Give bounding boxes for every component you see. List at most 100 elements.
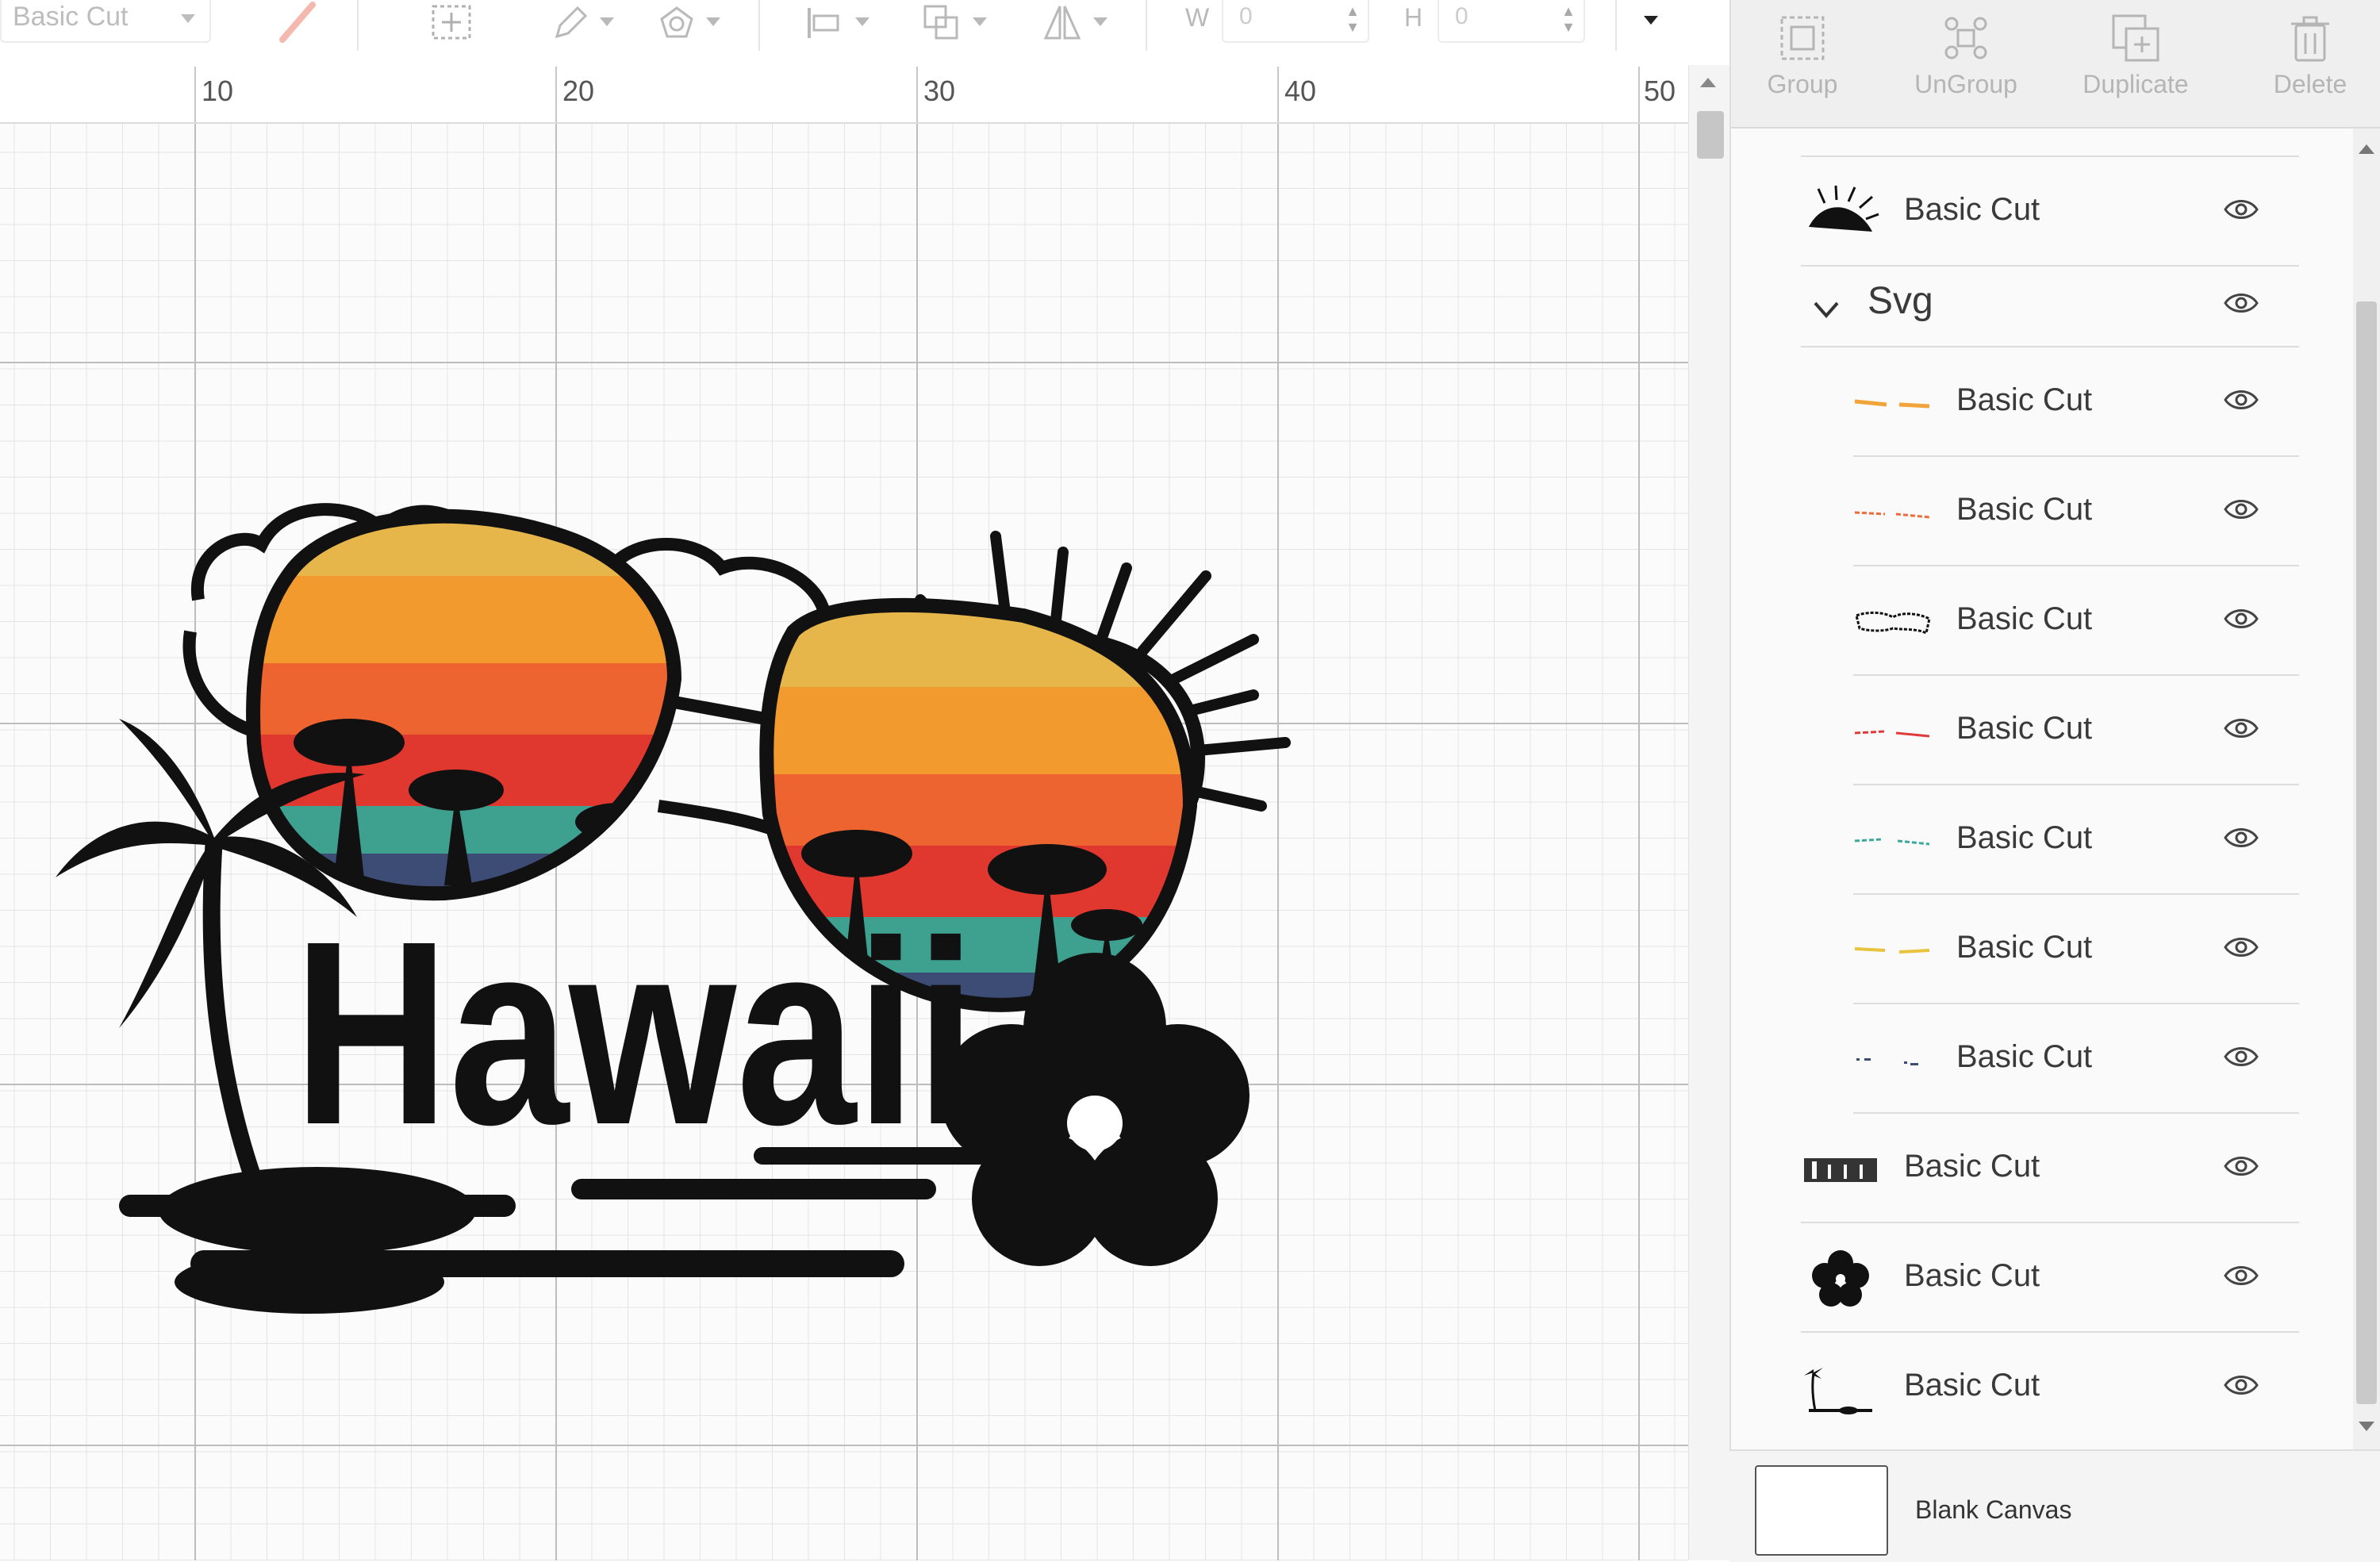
eye-icon[interactable] xyxy=(2223,604,2259,633)
height-label: H xyxy=(1404,3,1423,32)
layer-label: Basic Cut xyxy=(1956,820,2093,855)
eye-icon[interactable] xyxy=(2223,1371,2259,1399)
blank-canvas-swatch[interactable] xyxy=(1755,1465,1888,1556)
layers-scroll-thumb[interactable] xyxy=(2356,301,2377,1404)
eye-icon[interactable] xyxy=(2223,386,2259,414)
eye-icon[interactable] xyxy=(2223,714,2259,743)
chevron-down-icon[interactable] xyxy=(1810,298,1842,320)
layer-label: Basic Cut xyxy=(1956,711,2093,746)
group-button[interactable]: Group xyxy=(1731,13,1874,116)
eye-icon[interactable] xyxy=(2223,1152,2259,1180)
group-label: Group xyxy=(1767,70,1838,98)
orange-red-stripe-thumb xyxy=(1854,511,1930,519)
eye-icon[interactable] xyxy=(2223,823,2259,852)
layers-list: Basic Cut Svg Basic Cut Basic Cut Basic … xyxy=(1731,129,2366,1449)
layer-row[interactable]: Basic Cut xyxy=(1853,347,2299,457)
height-value: 0 xyxy=(1455,3,1468,29)
canvas-scrollbar[interactable] xyxy=(1688,65,1730,1560)
chevron-down-icon xyxy=(973,17,987,26)
blank-canvas-label: Blank Canvas xyxy=(1915,1495,2072,1524)
layer-row[interactable]: Basic Cut xyxy=(1853,895,2299,1004)
orange-stripe-thumb xyxy=(1854,399,1930,409)
blue-dots-thumb xyxy=(1856,1058,1918,1065)
width-label: W xyxy=(1185,3,1210,32)
duplicate-label: Duplicate xyxy=(2082,70,2189,98)
top-toolbar: Basic Cut W 0 ▲ ▼ H 0 ▲ ▼ xyxy=(0,0,1729,66)
ungroup-icon xyxy=(1944,17,1987,59)
scroll-down-icon[interactable] xyxy=(2359,1422,2374,1431)
eye-icon[interactable] xyxy=(2223,1042,2259,1071)
add-frame-icon[interactable] xyxy=(430,2,473,44)
layer-row[interactable]: Basic Cut xyxy=(1801,1114,2299,1223)
ungroup-label: UnGroup xyxy=(1914,70,2017,98)
layer-row[interactable]: Basic Cut xyxy=(1853,1004,2299,1114)
eye-icon[interactable] xyxy=(2223,495,2259,524)
layer-label: Basic Cut xyxy=(1904,1258,2040,1293)
layer-row[interactable]: Basic Cut xyxy=(1853,785,2299,895)
layer-label: Basic Cut xyxy=(1956,930,2093,965)
hawaii-text[interactable]: Hawaii xyxy=(294,886,976,1179)
flip-icon[interactable] xyxy=(1041,2,1084,44)
layer-label: Basic Cut xyxy=(1956,1039,2093,1074)
horizontal-ruler: 10 20 30 40 50 xyxy=(0,65,1688,124)
layer-row[interactable]: Basic Cut xyxy=(1801,1223,2299,1333)
layer-label: Basic Cut xyxy=(1956,492,2093,527)
operation-select[interactable]: Basic Cut xyxy=(0,0,211,43)
ruler-label: 20 xyxy=(562,75,595,107)
duplicate-icon xyxy=(2112,14,2159,62)
layer-row[interactable]: Basic Cut xyxy=(1853,457,2299,566)
hawaii-artwork[interactable]: Hawaii xyxy=(0,124,1688,1560)
pen-color-icon[interactable] xyxy=(276,0,319,43)
chevron-down-icon xyxy=(1093,17,1107,26)
chevron-down-icon xyxy=(706,17,720,26)
scroll-thumb[interactable] xyxy=(1697,111,1724,159)
height-input[interactable]: 0 ▲ ▼ xyxy=(1438,0,1585,43)
edit-icon[interactable] xyxy=(549,2,592,44)
eye-icon[interactable] xyxy=(2223,195,2259,224)
ruler-label: 50 xyxy=(1644,75,1676,107)
red-stripe-thumb xyxy=(1854,730,1930,738)
layer-row[interactable]: Basic Cut xyxy=(1801,157,2299,267)
scroll-up-icon[interactable] xyxy=(2359,144,2374,154)
group-label: Svg xyxy=(1868,280,1933,322)
width-input[interactable]: 0 ▲ ▼ xyxy=(1222,0,1369,43)
teal-stripe-thumb xyxy=(1854,838,1930,846)
layer-row[interactable]: Basic Cut xyxy=(1853,676,2299,785)
delete-label: Delete xyxy=(2273,70,2347,98)
hibiscus-thumb xyxy=(1812,1250,1869,1307)
offset-icon[interactable] xyxy=(655,2,698,44)
delete-button[interactable]: Delete xyxy=(2239,13,2380,116)
layer-label: Basic Cut xyxy=(1956,382,2093,417)
layer-label: Basic Cut xyxy=(1956,601,2093,636)
duplicate-button[interactable]: Duplicate xyxy=(2064,13,2207,116)
arrange-icon[interactable] xyxy=(920,2,963,44)
eye-icon[interactable] xyxy=(2223,933,2259,961)
stepper-icon[interactable]: ▲ ▼ xyxy=(1345,3,1360,35)
chevron-down-icon xyxy=(855,17,869,26)
eye-icon[interactable] xyxy=(2223,1261,2259,1290)
operation-select-value: Basic Cut xyxy=(13,2,129,32)
layer-row[interactable]: Basic Cut xyxy=(1801,1333,2299,1441)
chevron-down-icon xyxy=(181,14,195,23)
design-canvas[interactable]: Hawaii xyxy=(0,124,1688,1560)
ruler-label: 10 xyxy=(202,75,234,107)
eye-icon[interactable] xyxy=(2223,289,2259,317)
layers-panel: Group UnGroup Duplicate Delete Basic Cut… xyxy=(1729,0,2380,1560)
layer-group-row[interactable]: Svg xyxy=(1801,267,2299,347)
more-caret-icon[interactable] xyxy=(1644,16,1658,25)
layer-row[interactable]: Basic Cut xyxy=(1853,566,2299,676)
chevron-down-icon xyxy=(600,17,614,26)
layer-label: Basic Cut xyxy=(1904,192,2040,227)
layer-label: Basic Cut xyxy=(1904,1368,2040,1403)
ruler-label: 40 xyxy=(1284,75,1317,107)
group-icon xyxy=(1780,16,1825,60)
ungroup-button[interactable]: UnGroup xyxy=(1894,13,2037,116)
yellow-stripe-thumb xyxy=(1854,947,1930,954)
scroll-up-icon[interactable] xyxy=(1700,78,1716,87)
ruler-label: 30 xyxy=(923,75,956,107)
trash-icon xyxy=(2291,16,2329,62)
align-icon[interactable] xyxy=(803,2,846,44)
stepper-icon[interactable]: ▲ ▼ xyxy=(1561,3,1576,35)
blank-canvas-row[interactable]: Blank Canvas xyxy=(1729,1449,2380,1562)
layer-actions-bar: Group UnGroup Duplicate Delete xyxy=(1731,0,2380,129)
